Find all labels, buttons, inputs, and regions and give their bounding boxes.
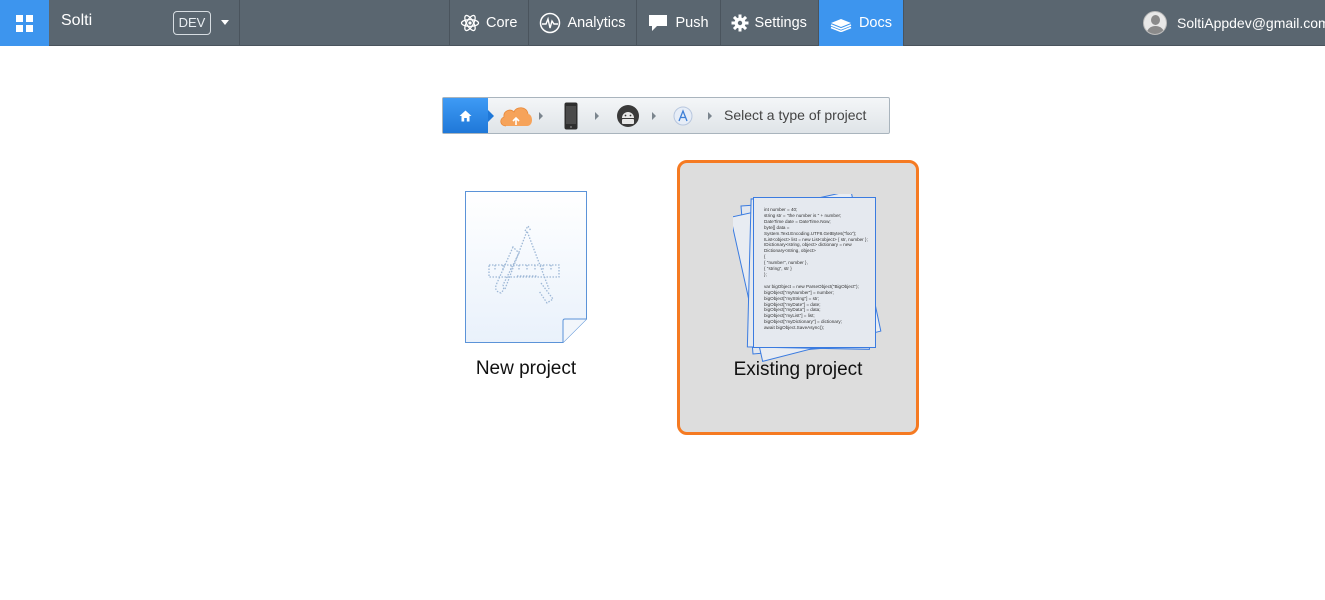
env-badge[interactable]: DEV bbox=[173, 11, 211, 35]
existing-project-option[interactable]: int number = 40; string str = "the numbe… bbox=[677, 160, 919, 435]
chevron-right-icon bbox=[652, 112, 656, 120]
breadcrumb-step-store[interactable] bbox=[669, 98, 697, 133]
main-nav: Core Analytics Push Settings Docs bbox=[449, 0, 904, 46]
nav-label: Analytics bbox=[567, 15, 626, 31]
app-store-icon bbox=[673, 106, 693, 125]
app-switcher[interactable]: Solti DEV bbox=[49, 0, 240, 46]
top-nav-bar: Solti DEV Core Analytics Push Settings D… bbox=[0, 0, 1325, 46]
pulse-icon bbox=[539, 12, 561, 34]
blank-document-icon bbox=[465, 191, 587, 343]
chevron-right-icon bbox=[708, 112, 712, 120]
new-project-option[interactable]: New project bbox=[410, 160, 642, 435]
nav-item-core[interactable]: Core bbox=[449, 0, 528, 46]
chevron-down-icon[interactable] bbox=[221, 20, 229, 25]
home-icon bbox=[459, 110, 472, 121]
nav-item-push[interactable]: Push bbox=[636, 0, 719, 46]
breadcrumb-home[interactable] bbox=[443, 98, 494, 133]
nav-label: Push bbox=[675, 15, 709, 31]
existing-project-label: Existing project bbox=[733, 359, 863, 380]
nav-label: Docs bbox=[858, 15, 892, 31]
breadcrumb-step-platform[interactable] bbox=[613, 98, 643, 133]
grid-icon bbox=[16, 14, 33, 32]
android-icon bbox=[617, 104, 639, 127]
breadcrumb-current: Select a type of project bbox=[724, 107, 867, 123]
nav-item-docs[interactable]: Docs bbox=[817, 0, 904, 46]
phone-icon bbox=[564, 102, 578, 129]
breadcrumb-step-cloud[interactable] bbox=[497, 98, 535, 133]
new-project-label: New project bbox=[475, 358, 577, 379]
atom-icon bbox=[460, 13, 480, 33]
nav-label: Core bbox=[486, 15, 518, 31]
apps-menu-button[interactable] bbox=[0, 0, 49, 46]
books-icon bbox=[829, 14, 853, 32]
user-menu[interactable]: SoltiAppdev@gmail.com bbox=[1143, 11, 1325, 35]
cloud-upload-icon bbox=[500, 106, 532, 126]
user-email: SoltiAppdev@gmail.com bbox=[1177, 15, 1325, 31]
chevron-right-icon bbox=[539, 112, 543, 120]
nav-item-settings[interactable]: Settings bbox=[719, 0, 818, 46]
code-document-icon: int number = 40; string str = "the numbe… bbox=[733, 194, 883, 364]
avatar bbox=[1143, 11, 1167, 35]
breadcrumb: Select a type of project bbox=[442, 97, 890, 134]
nav-item-analytics[interactable]: Analytics bbox=[528, 0, 636, 46]
chat-bubble-icon bbox=[647, 13, 669, 33]
chevron-right-icon bbox=[595, 112, 599, 120]
code-snippet: int number = 40; string str = "the numbe… bbox=[753, 197, 876, 348]
app-name: Solti bbox=[61, 12, 93, 29]
breadcrumb-step-device[interactable] bbox=[559, 98, 583, 133]
nav-label: Settings bbox=[754, 15, 807, 31]
gear-icon bbox=[731, 14, 749, 32]
